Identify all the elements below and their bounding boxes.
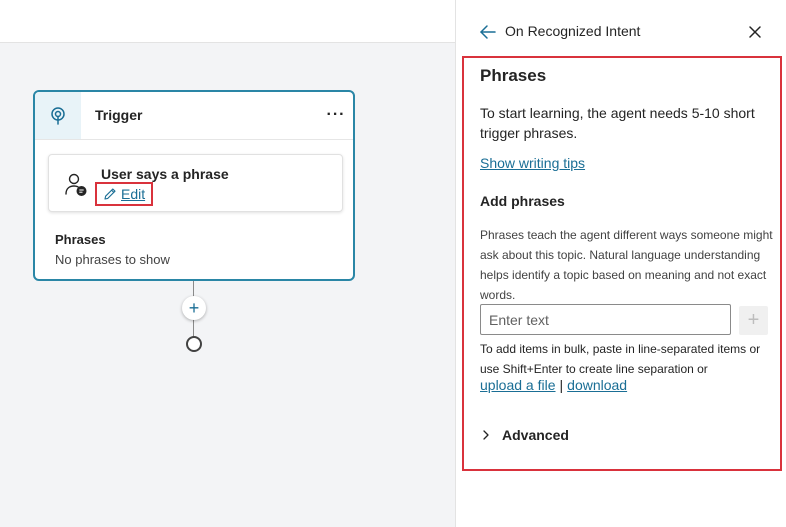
trigger-node-header: Trigger ···	[35, 92, 353, 140]
phrase-input[interactable]	[480, 304, 731, 335]
edit-label: Edit	[121, 186, 146, 202]
add-node-button[interactable]: +	[182, 296, 206, 320]
edit-link[interactable]: Edit	[95, 182, 154, 206]
phrases-heading: Phrases	[480, 66, 547, 85]
phrases-section-title: Phrases	[55, 232, 106, 247]
trigger-title: Trigger	[95, 107, 143, 123]
more-options-icon[interactable]: ···	[325, 104, 347, 126]
link-separator: |	[559, 377, 564, 393]
panel-title: On Recognized Intent	[505, 23, 641, 39]
bulk-hint-text: To add items in bulk, paste in line-sepa…	[480, 342, 761, 376]
show-writing-tips-link[interactable]: Show writing tips	[480, 155, 585, 171]
arrow-left-icon[interactable]	[478, 22, 498, 42]
person-chat-icon	[65, 173, 87, 196]
canvas-toolbar	[0, 0, 455, 43]
advanced-expander[interactable]: Advanced	[480, 424, 569, 446]
trigger-icon	[35, 92, 81, 139]
file-links: upload a file | download	[480, 377, 627, 393]
close-icon[interactable]	[745, 22, 765, 42]
end-node	[186, 336, 202, 352]
download-link[interactable]: download	[567, 377, 627, 393]
intro-text: To start learning, the agent needs 5-10 …	[480, 105, 755, 141]
phrases-empty-text: No phrases to show	[55, 252, 170, 267]
upload-file-link[interactable]: upload a file	[480, 377, 556, 393]
advanced-label: Advanced	[502, 427, 569, 443]
add-phrase-button[interactable]: +	[739, 306, 768, 335]
chevron-right-icon	[483, 430, 489, 440]
properties-panel: On Recognized Intent Phrases To start le…	[455, 0, 786, 527]
pencil-icon	[104, 188, 116, 200]
user-says-phrase-card[interactable]: User says a phrase Edit	[48, 154, 343, 212]
panel-header: On Recognized Intent	[456, 0, 786, 56]
authoring-canvas: Trigger ··· User says a phrase Edit Phra…	[0, 0, 455, 527]
trigger-node[interactable]: Trigger ··· User says a phrase Edit Phra…	[33, 90, 355, 281]
add-phrases-description: Phrases teach the agent different ways s…	[480, 228, 773, 302]
phrase-card-title: User says a phrase	[101, 166, 229, 182]
add-phrases-heading: Add phrases	[480, 193, 565, 209]
